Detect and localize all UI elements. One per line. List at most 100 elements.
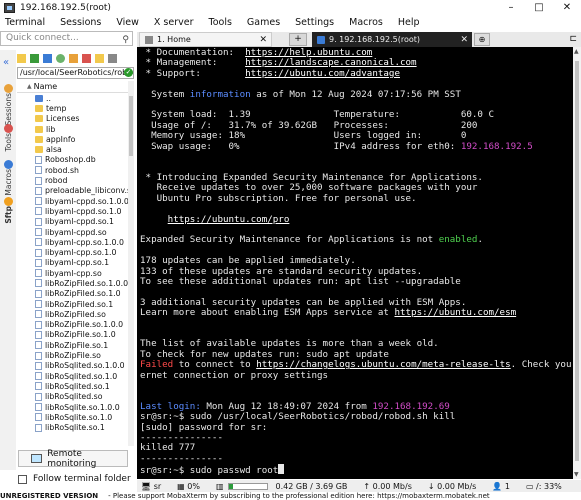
terminal-output[interactable]: * Documentation: https://help.ubuntu.com… (137, 47, 573, 479)
tab-add-button[interactable]: ⊕ (474, 33, 490, 46)
side-tab-sftp[interactable]: Sftp (0, 195, 16, 224)
minimize-button[interactable]: – (497, 0, 525, 15)
file-row[interactable]: libRoSqlite.so.1.0 (17, 412, 134, 422)
file-icon (35, 413, 42, 422)
file-row[interactable]: libRoZipFile.so.1.0 (17, 330, 134, 340)
terminal-text: * Documentation: (140, 47, 246, 58)
close-button[interactable]: ✕ (553, 0, 581, 15)
file-row[interactable]: libRoZipFiled.so (17, 309, 134, 319)
file-row[interactable]: libyaml-cpp.so.1.0.0 (17, 237, 134, 247)
sftp-scrollbar-thumb[interactable] (129, 96, 133, 156)
file-row[interactable]: libRoZipFiled.so.1.0 (17, 289, 134, 299)
tab-session-close-icon[interactable]: ✕ (460, 35, 468, 45)
file-name: .. (46, 93, 51, 103)
status-cpu: ▦ 0% (177, 481, 200, 491)
maximize-button[interactable]: □ (525, 0, 553, 15)
file-row[interactable]: preloadable_libiconv.so (17, 186, 134, 196)
menu-view[interactable]: View (116, 17, 139, 28)
new-tab-button[interactable]: + (289, 33, 307, 46)
file-name: Roboshop.db (45, 155, 96, 165)
file-row[interactable]: Roboshop.db (17, 155, 134, 165)
terminal-scrollbar-thumb[interactable] (575, 61, 579, 461)
open-icon[interactable] (108, 54, 117, 63)
file-row[interactable]: robod (17, 175, 134, 185)
follow-terminal-checkbox[interactable] (18, 474, 27, 484)
collapse-panel-icon[interactable]: « (3, 57, 9, 68)
file-row[interactable]: libRoSqlite.so.1.0.0 (17, 402, 134, 412)
side-tab-macros[interactable]: Macros (0, 158, 16, 196)
path-ok-icon[interactable]: ✓ (124, 68, 133, 77)
sftp-scrollbar[interactable] (128, 81, 134, 446)
new-folder-icon[interactable] (95, 54, 104, 63)
menu-macros[interactable]: Macros (349, 17, 383, 28)
sftp-path-input[interactable]: /usr/local/SeerRobotics/robod/ (17, 67, 134, 79)
status-bar: 🖥 sr ▦ 0% ▥ 0.42 GB / 3.69 GB ↑ 0.00 Mb/s… (137, 480, 581, 492)
file-row[interactable]: temp (17, 103, 134, 113)
terminal-link[interactable]: https://changelogs.ubuntu.com/meta-relea… (256, 359, 510, 370)
file-row[interactable]: libyaml-cpp.so.1 (17, 258, 134, 268)
parent-folder-icon[interactable] (17, 54, 26, 63)
follow-terminal-folder[interactable]: Follow terminal folder (18, 473, 131, 485)
tab-home[interactable]: 1. Home ✕ (139, 32, 272, 47)
quick-connect-input[interactable]: Quick connect... ⚲ (0, 31, 133, 46)
file-row[interactable]: libyaml-cppd.so (17, 227, 134, 237)
terminal-link[interactable]: https://ubuntu.com/advantage (245, 68, 400, 79)
tab-home-close-icon[interactable]: ✕ (259, 35, 267, 45)
file-icon (35, 166, 42, 175)
new-file-icon[interactable] (69, 54, 78, 63)
terminal-link[interactable]: https://help.ubuntu.com (245, 47, 372, 58)
menu-sessions[interactable]: Sessions (60, 17, 101, 28)
file-row[interactable]: lib (17, 124, 134, 134)
side-tab-sessions[interactable]: Sessions (0, 82, 16, 126)
file-row[interactable]: libyaml-cpp.so (17, 268, 134, 278)
scroll-down-icon[interactable]: ▼ (574, 471, 579, 478)
menu-games[interactable]: Games (247, 17, 280, 28)
delete-icon[interactable] (82, 54, 91, 63)
file-row[interactable]: libRoZipFile.so.1.0.0 (17, 320, 134, 330)
file-row[interactable]: Licenses (17, 114, 134, 124)
file-row[interactable]: libRoZipFile.so (17, 350, 134, 360)
file-row[interactable]: alsa (17, 144, 134, 154)
file-row[interactable]: appInfo (17, 134, 134, 144)
menu-settings[interactable]: Settings (295, 17, 334, 28)
file-icon (35, 403, 42, 412)
file-row[interactable]: libRoSqlited.so.1 (17, 381, 134, 391)
side-tab-tools[interactable]: Tools (0, 122, 16, 151)
file-row[interactable]: libRoSqlited.so.1.0 (17, 371, 134, 381)
file-row[interactable]: libRoSqlited.so (17, 392, 134, 402)
refresh-icon[interactable] (56, 54, 65, 63)
file-icon (35, 289, 42, 298)
file-row[interactable]: libyaml-cppd.so.1.0 (17, 206, 134, 216)
menu-help[interactable]: Help (398, 17, 420, 28)
terminal-scrollbar[interactable]: ▲ ▼ (573, 47, 581, 479)
file-row[interactable]: libyaml-cppd.so.1.0.0 (17, 196, 134, 206)
file-row[interactable]: libRoZipFiled.so.1.0.0 (17, 278, 134, 288)
file-row[interactable]: libRoZipFile.so.1 (17, 340, 134, 350)
file-row[interactable]: .. (17, 93, 134, 103)
sort-caret-icon: ▲ (27, 83, 32, 90)
name-column-header[interactable]: ▲ Name (17, 81, 134, 93)
terminal-link[interactable]: https://landscape.canonical.com (245, 57, 416, 68)
unregistered-banner: UNREGISTERED VERSION - Please support Mob… (0, 492, 581, 500)
tab-session[interactable]: 9. 192.168.192.5(root) ✕ (312, 32, 472, 47)
terminal-link[interactable]: https://ubuntu.com/esm (394, 307, 516, 318)
terminal-link[interactable]: https://ubuntu.com/pro (168, 214, 290, 225)
menu-tools[interactable]: Tools (209, 17, 232, 28)
terminal-text: System load: 1.39 Temperature: 60.0 C (140, 109, 495, 121)
tab-overflow-icon[interactable]: ⊏ (569, 34, 577, 44)
menu-terminal[interactable]: Terminal (5, 17, 45, 28)
menu-x-server[interactable]: X server (154, 17, 194, 28)
terminal-text: 178 updates can be applied immediately. (140, 255, 356, 267)
file-row[interactable]: libyaml-cppd.so.1 (17, 217, 134, 227)
upload-icon[interactable] (43, 54, 52, 63)
download-icon[interactable] (30, 54, 39, 63)
remote-monitoring-button[interactable]: Remote monitoring (18, 449, 128, 469)
file-row[interactable]: libRoSqlited.so.1.0.0 (17, 361, 134, 371)
unregistered-label: UNREGISTERED VERSION (0, 492, 99, 500)
scroll-up-icon[interactable]: ▲ (574, 48, 579, 55)
file-row[interactable]: robod.sh (17, 165, 134, 175)
file-name: alsa (46, 145, 62, 155)
file-row[interactable]: libRoZipFiled.so.1 (17, 299, 134, 309)
file-row[interactable]: libRoSqlite.so.1 (17, 423, 134, 433)
file-row[interactable]: libyaml-cpp.so.1.0 (17, 247, 134, 257)
